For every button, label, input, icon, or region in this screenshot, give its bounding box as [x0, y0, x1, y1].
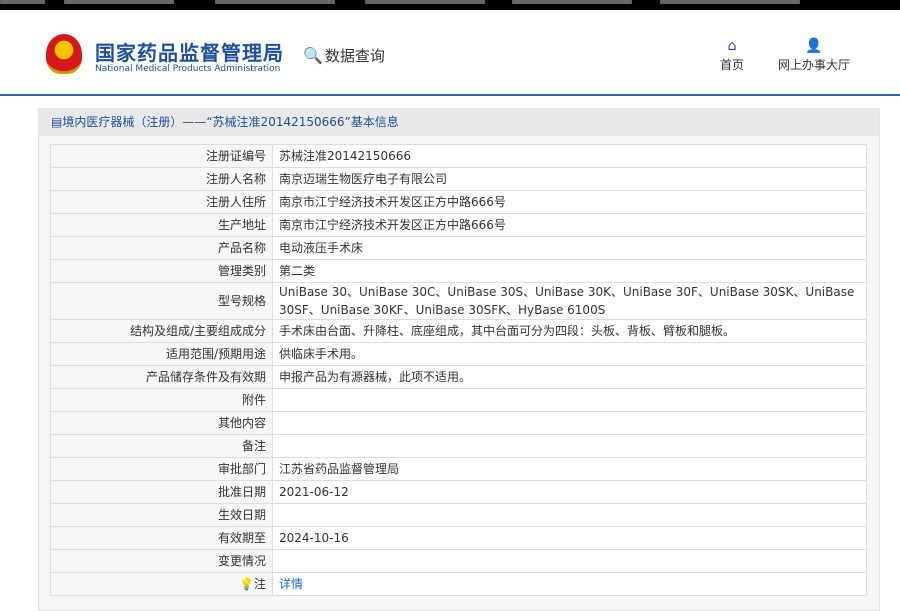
table-row: 结构及组成/主要组成成分 手术床由台面、升降柱、底座组成，其中台面可分为四段：头板…	[50, 319, 867, 343]
row-label: 产品名称	[50, 236, 273, 260]
row-label: 注册证编号	[50, 144, 273, 168]
row-value: 供临床手术用。	[272, 342, 867, 366]
detail-table: 注册证编号 苏械注准20142150666 注册人名称 南京迈瑞生物医疗电子有限公司注…	[50, 144, 867, 596]
document-icon: ▤	[51, 115, 63, 129]
row-label: 其他内容	[50, 411, 273, 435]
panel-title-text: 境内医疗器械（注册）——“苏械注准20142150666”基本信息	[62, 115, 399, 129]
lightbulb-icon: 💡	[239, 577, 254, 591]
row-label: 适用范围/预期用途	[50, 342, 273, 366]
row-value: 苏械注准20142150666	[272, 144, 867, 168]
row-value: 电动液压手术床	[272, 236, 867, 260]
row-value	[272, 434, 867, 458]
browser-bookmarks-bar	[0, 0, 900, 10]
row-label: 注册人名称	[50, 167, 273, 191]
row-value: 南京市江宁经济技术开发区正方中路666号	[272, 190, 867, 214]
row-value	[272, 503, 867, 527]
row-label: 变更情况	[50, 549, 273, 573]
details-link[interactable]: 详情	[279, 577, 303, 591]
logo-title[interactable]: 国家药品监督管理局	[95, 37, 284, 66]
table-row: 适用范围/预期用途 供临床手术用。	[50, 342, 867, 366]
logo-subtitle: National Medical Products Administration	[95, 64, 281, 74]
table-row: 注册人住所 南京市江宁经济技术开发区正方中路666号	[50, 190, 867, 214]
nav-service-label: 网上办事大厅	[778, 58, 851, 72]
row-label: 审批部门	[50, 457, 273, 481]
table-row: 管理类别 第二类	[50, 259, 867, 283]
row-label: 附件	[50, 388, 273, 412]
row-label: 批准日期	[50, 480, 273, 504]
row-label: 有效期至	[50, 526, 273, 550]
table-row: 产品储存条件及有效期 申报产品为有源器械，此项不适用。	[50, 365, 867, 389]
row-label: 产品储存条件及有效期	[50, 365, 273, 389]
row-value: 2024-10-16	[272, 526, 867, 550]
section-title: 🔍 数据查询	[303, 45, 385, 66]
table-row: 备注	[50, 434, 867, 458]
table-row: 其他内容	[50, 411, 867, 435]
note-label: 注	[253, 577, 266, 591]
user-icon: 👤	[805, 38, 823, 54]
table-row: 附件	[50, 388, 867, 412]
detail-panel: ▤境内医疗器械（注册）——“苏械注准20142150666”基本信息 注册证编号…	[38, 108, 880, 611]
row-value: 2021-06-12	[272, 480, 867, 504]
national-emblem-icon	[46, 34, 82, 74]
table-row: 💡注 详情	[50, 572, 867, 596]
row-label: 生效日期	[50, 503, 273, 527]
row-label: 结构及组成/主要组成成分	[50, 319, 273, 343]
row-value: 第二类	[272, 259, 867, 283]
row-value: 南京市江宁经济技术开发区正方中路666号	[272, 213, 867, 237]
row-value	[272, 411, 867, 435]
row-label: 型号规格	[50, 282, 273, 320]
row-label: 💡注	[50, 572, 273, 596]
row-value: UniBase 30、UniBase 30C、UniBase 30S、UniBa…	[272, 282, 867, 320]
row-label: 生产地址	[50, 213, 273, 237]
row-value: 南京迈瑞生物医疗电子有限公司	[272, 167, 867, 191]
row-value: 手术床由台面、升降柱、底座组成，其中台面可分为四段：头板、背板、臂板和腿板。	[272, 319, 867, 343]
row-value: 江苏省药品监督管理局	[272, 457, 867, 481]
row-label: 管理类别	[50, 259, 273, 283]
table-row: 有效期至 2024-10-16	[50, 526, 867, 550]
row-label: 注册人住所	[50, 190, 273, 214]
search-document-icon: 🔍	[303, 46, 323, 65]
nav-home[interactable]: ⌂ 首页	[720, 38, 744, 73]
section-label: 数据查询	[324, 47, 385, 65]
table-row: 生产地址 南京市江宁经济技术开发区正方中路666号	[50, 213, 867, 237]
table-row: 注册人名称 南京迈瑞生物医疗电子有限公司	[50, 167, 867, 191]
home-icon: ⌂	[727, 38, 737, 54]
table-row: 变更情况	[50, 549, 867, 573]
table-row: 批准日期 2021-06-12	[50, 480, 867, 504]
nav-service-hall[interactable]: 👤 网上办事大厅	[778, 38, 850, 73]
row-value	[272, 388, 867, 412]
site-header: 国家药品监督管理局 National Medical Products Admi…	[0, 10, 900, 96]
table-row: 型号规格 UniBase 30、UniBase 30C、UniBase 30S、U…	[50, 282, 867, 320]
table-row: 产品名称 电动液压手术床	[50, 236, 867, 260]
panel-title: ▤境内医疗器械（注册）——“苏械注准20142150666”基本信息	[39, 109, 879, 136]
table-row: 注册证编号 苏械注准20142150666	[50, 144, 867, 168]
table-row: 审批部门 江苏省药品监督管理局	[50, 457, 867, 481]
row-label: 备注	[50, 434, 273, 458]
nav-home-label: 首页	[720, 58, 745, 72]
table-row: 生效日期	[50, 503, 867, 527]
row-value	[272, 549, 867, 573]
row-value: 申报产品为有源器械，此项不适用。	[272, 365, 867, 389]
